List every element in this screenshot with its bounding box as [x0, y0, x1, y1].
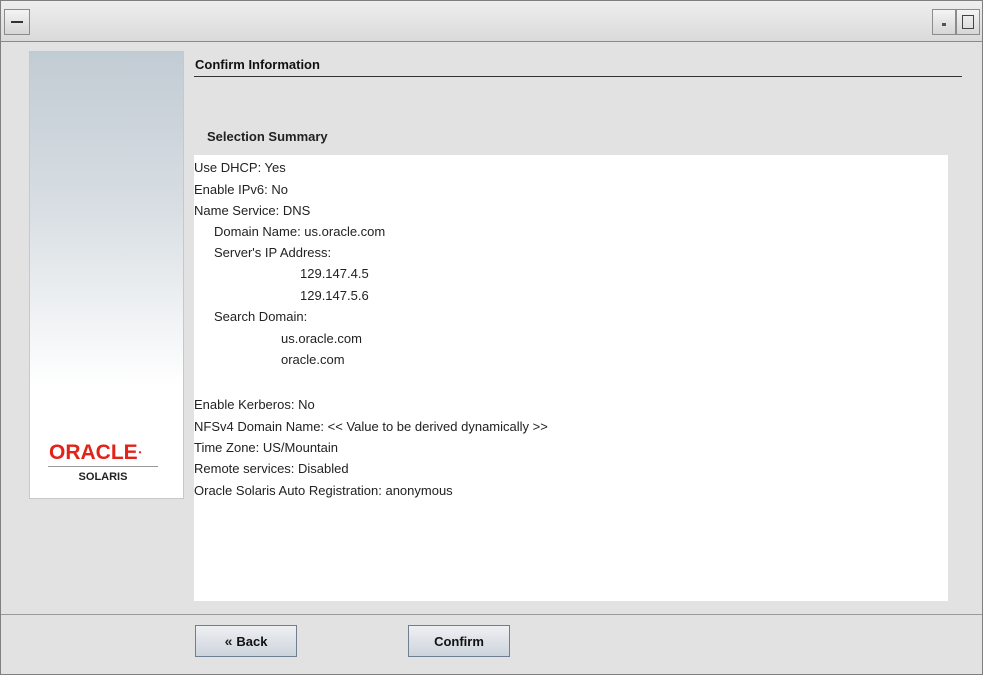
- solaris-label: SOLARIS: [78, 471, 128, 483]
- summary-line: NFSv4 Domain Name: << Value to be derive…: [194, 419, 548, 434]
- summary-line: Use DHCP: Yes: [194, 160, 286, 175]
- confirm-button-label: Confirm: [434, 633, 484, 649]
- minimize-icon[interactable]: [932, 9, 956, 35]
- summary-line: Server's IP Address:: [214, 245, 332, 260]
- footer-divider: [1, 614, 982, 615]
- section-title: Selection Summary: [207, 129, 328, 144]
- oracle-logo: ORACLE•: [49, 441, 159, 465]
- maximize-icon[interactable]: [956, 9, 980, 35]
- summary-line: Time Zone: US/Mountain: [194, 440, 339, 455]
- summary-line: Enable Kerberos: No: [194, 397, 315, 412]
- summary-line: 129.147.4.5: [300, 266, 369, 281]
- summary-line: us.oracle.com: [281, 331, 362, 346]
- summary-line: Domain Name: us.oracle.com: [214, 224, 386, 239]
- title-divider: [194, 76, 962, 77]
- installer-window: ORACLE• SOLARIS Confirm Information Sele…: [0, 0, 983, 675]
- summary-line: Enable IPv6: No: [194, 182, 288, 197]
- summary-line: 129.147.5.6: [300, 288, 369, 303]
- title-bar: [1, 1, 982, 42]
- oracle-logo-text: ORACLE: [49, 441, 138, 464]
- page-title: Confirm Information: [195, 57, 320, 72]
- window-menu-icon[interactable]: [4, 9, 30, 35]
- summary-line: Oracle Solaris Auto Registration: anonym…: [194, 483, 453, 498]
- summary-line: Remote services: Disabled: [194, 461, 349, 476]
- registered-mark: •: [138, 448, 142, 457]
- double-chevron-left-icon: «: [224, 633, 233, 649]
- logo-panel: [29, 51, 184, 499]
- summary-panel: Use DHCP: Yes Enable IPv6: No Name Servi…: [194, 155, 948, 601]
- summary-line: Search Domain:: [214, 309, 308, 324]
- logo-divider: [48, 466, 158, 467]
- back-button[interactable]: « Back: [195, 625, 297, 657]
- back-button-label: Back: [236, 633, 268, 649]
- summary-line: Name Service: DNS: [194, 203, 311, 218]
- confirm-button[interactable]: Confirm: [408, 625, 510, 657]
- summary-line: oracle.com: [281, 352, 345, 367]
